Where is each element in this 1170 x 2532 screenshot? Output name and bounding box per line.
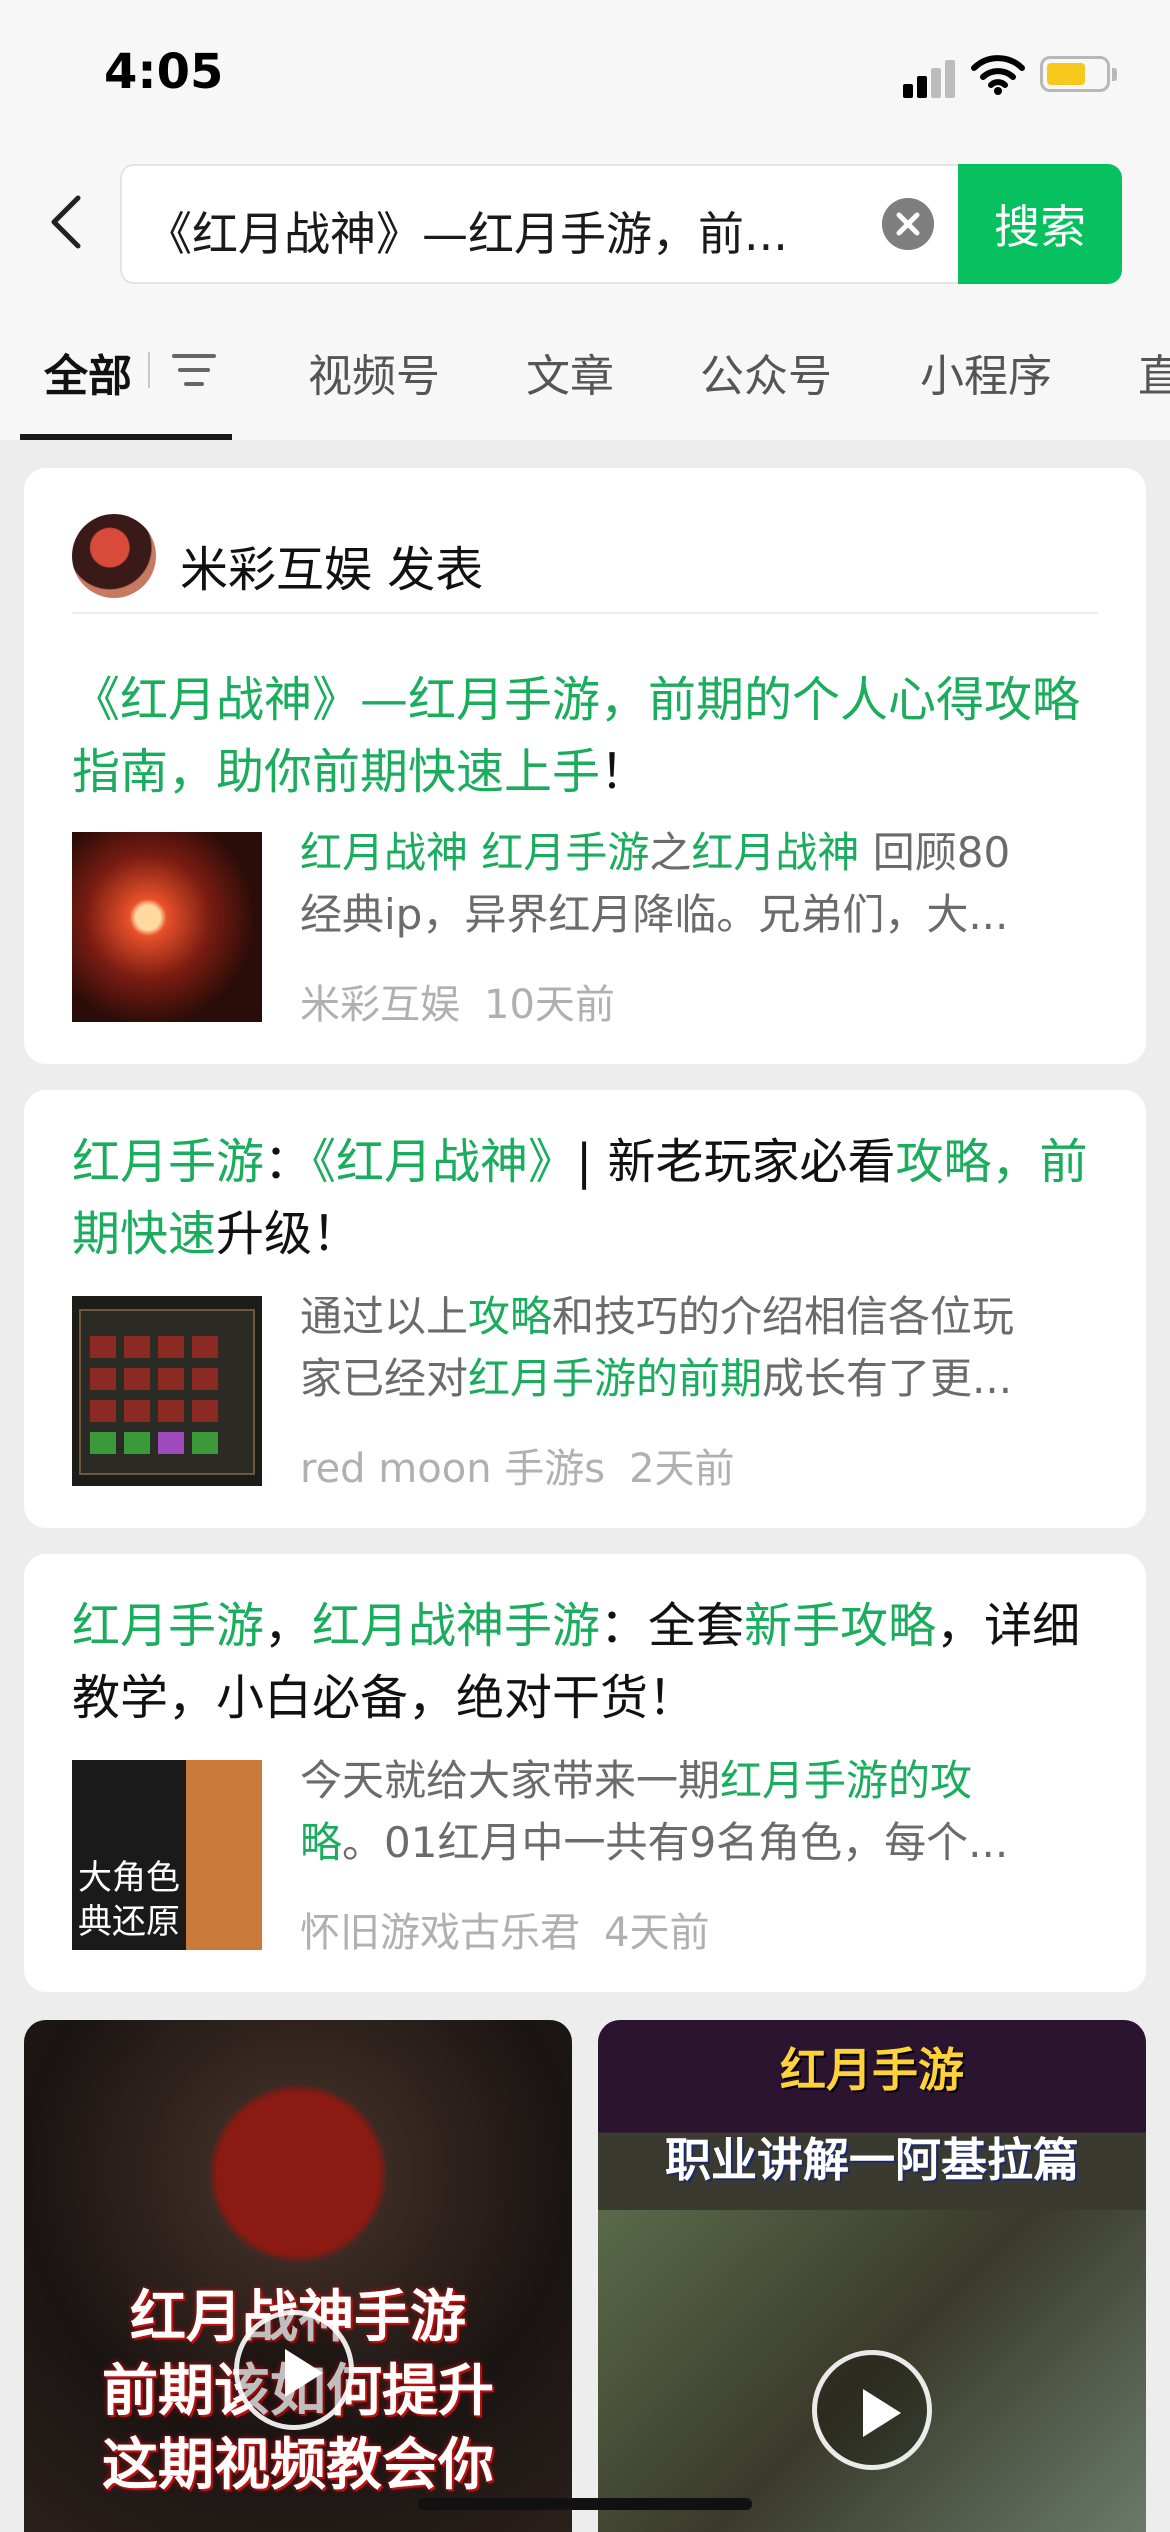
tab-all[interactable]: 全部 bbox=[44, 340, 132, 404]
text-segment: 。01红月中一共有9名角色，每个... bbox=[342, 1818, 1009, 1867]
result-thumbnail: 大角色 典还原 bbox=[72, 1760, 262, 1950]
result-time: 4天前 bbox=[604, 1910, 710, 1956]
tab-mini-programs[interactable]: 小程序 bbox=[920, 340, 1052, 404]
text-segment: 和技巧的介绍相信各位玩 bbox=[552, 1292, 1015, 1341]
home-indicator bbox=[418, 2498, 752, 2510]
category-tabs: 全部 视频号 文章 公众号 小程序 直 bbox=[0, 330, 1170, 440]
result-meta: red moon 手游s 2天前 bbox=[300, 1436, 735, 1494]
result-title[interactable]: 红月手游，红月战神手游：全套新手攻略，详细教学，小白必备，绝对干货！ bbox=[72, 1590, 1102, 1734]
text-segment: 回顾80 bbox=[859, 828, 1011, 877]
result-thumbnail bbox=[72, 832, 262, 1022]
result-time: 10天前 bbox=[484, 982, 615, 1028]
result-card-3[interactable]: 红月手游，红月战神手游：全套新手攻略，详细教学，小白必备，绝对干货！ 大角色 典… bbox=[24, 1554, 1146, 1992]
video-card-1[interactable]: 红月战神手游 前期该如何提升 这期视频教会你 bbox=[24, 2020, 572, 2532]
result-card-1[interactable]: 米彩互娱 发表 《红月战神》—红月手游，前期的个人心得攻略指南，助你前期快速上手… bbox=[24, 468, 1146, 1064]
text-segment: 成长有了更... bbox=[762, 1354, 1013, 1403]
text-segment: 今天就给大家带来一期 bbox=[300, 1756, 721, 1805]
text-segment: 之 bbox=[649, 828, 692, 877]
text-segment: ， bbox=[264, 1598, 313, 1654]
video-overlay-text: 职业讲解一阿基拉篇 bbox=[665, 2133, 1079, 2187]
highlighted-text: 红月手游的攻 bbox=[720, 1756, 973, 1805]
status-time: 4:05 bbox=[104, 44, 224, 100]
search-input[interactable]: 《红月战神》—红月手游，前... bbox=[120, 164, 1000, 284]
result-card-2[interactable]: 红月手游：《红月战神》| 新老玩家必看攻略，前期快速升级！ 通过以上攻略和技巧的… bbox=[24, 1090, 1146, 1528]
signal-icon bbox=[903, 58, 959, 98]
text-segment: ：全套 bbox=[600, 1598, 745, 1654]
highlighted-text: 红月战神手游 bbox=[312, 1598, 601, 1654]
result-source: 米彩互娱 bbox=[300, 982, 460, 1028]
result-title[interactable]: 红月手游：《红月战神》| 新老玩家必看攻略，前期快速升级！ bbox=[72, 1126, 1102, 1270]
result-snippet: 通过以上攻略和技巧的介绍相信各位玩 家已经对红月手游的前期成长有了更... bbox=[300, 1286, 1100, 1410]
result-thumbnail bbox=[72, 1296, 262, 1486]
result-meta: 怀旧游戏古乐君 4天前 bbox=[300, 1900, 709, 1958]
tab-divider bbox=[148, 352, 150, 388]
result-source: red moon 手游s bbox=[300, 1446, 606, 1492]
highlighted-text: 红月手游 bbox=[72, 1598, 265, 1654]
play-icon[interactable] bbox=[812, 2350, 932, 2470]
tab-channels[interactable]: 视频号 bbox=[308, 340, 440, 404]
search-query-text: 《红月战神》—红月手游，前... bbox=[146, 207, 788, 261]
search-button[interactable]: 搜索 bbox=[958, 164, 1122, 284]
text-segment: ： bbox=[264, 1134, 313, 1190]
text-segment: ！ bbox=[600, 744, 649, 800]
highlighted-text: 《红月战神》—红月手游，前期的个人心得攻略指南，助你前期快速上手 bbox=[72, 672, 1081, 800]
wifi-icon bbox=[971, 55, 1025, 95]
publisher-header: 米彩互娱 发表 bbox=[72, 514, 1098, 614]
result-source: 怀旧游戏古乐君 bbox=[300, 1910, 580, 1956]
result-meta: 米彩互娱 10天前 bbox=[300, 972, 615, 1030]
highlighted-text: 红月手游的前期 bbox=[468, 1354, 763, 1403]
filter-icon[interactable] bbox=[172, 352, 216, 388]
status-bar: 4:05 bbox=[0, 0, 1170, 150]
text-segment: 升级！ bbox=[216, 1206, 361, 1262]
text-segment: 通过以上 bbox=[300, 1292, 469, 1341]
highlighted-text: 红月手游 bbox=[72, 1134, 265, 1190]
text-segment: | 新老玩家必看 bbox=[576, 1134, 896, 1190]
text-segment: 家已经对 bbox=[300, 1354, 469, 1403]
publisher-name: 米彩互娱 发表 bbox=[180, 542, 484, 598]
clear-icon[interactable] bbox=[882, 198, 934, 250]
battery-icon bbox=[1040, 56, 1117, 92]
result-title[interactable]: 《红月战神》—红月手游，前期的个人心得攻略指南，助你前期快速上手！ bbox=[72, 664, 1102, 808]
highlighted-text: 攻略 bbox=[468, 1292, 553, 1341]
video-overlay-text: 红月手游 bbox=[780, 2043, 964, 2097]
avatar bbox=[72, 514, 156, 598]
highlighted-text: 《红月战神》 bbox=[312, 1134, 577, 1190]
result-snippet: 红月战神 红月手游之红月战神 回顾80 经典ip，异界红月降临。兄弟们，大... bbox=[300, 828, 1011, 939]
tab-live[interactable]: 直 bbox=[1138, 340, 1170, 404]
result-snippet: 今天就给大家带来一期红月手游的攻 略。01红月中一共有9名角色，每个... bbox=[300, 1750, 1100, 1874]
tab-articles[interactable]: 文章 bbox=[526, 340, 614, 404]
highlighted-text: 红月战神 bbox=[691, 828, 860, 877]
highlighted-text: 略 bbox=[300, 1818, 343, 1867]
highlighted-text: 新手攻略 bbox=[744, 1598, 937, 1654]
highlighted-text: 红月战神 红月手游 bbox=[300, 828, 650, 877]
play-icon[interactable] bbox=[234, 2310, 354, 2430]
back-arrow-icon[interactable] bbox=[44, 192, 94, 252]
tab-official-accounts[interactable]: 公众号 bbox=[700, 340, 832, 404]
active-tab-indicator bbox=[20, 434, 232, 440]
result-time: 2天前 bbox=[629, 1446, 735, 1492]
video-card-2[interactable]: 红月手游 职业讲解一阿基拉篇 bbox=[598, 2020, 1146, 2532]
